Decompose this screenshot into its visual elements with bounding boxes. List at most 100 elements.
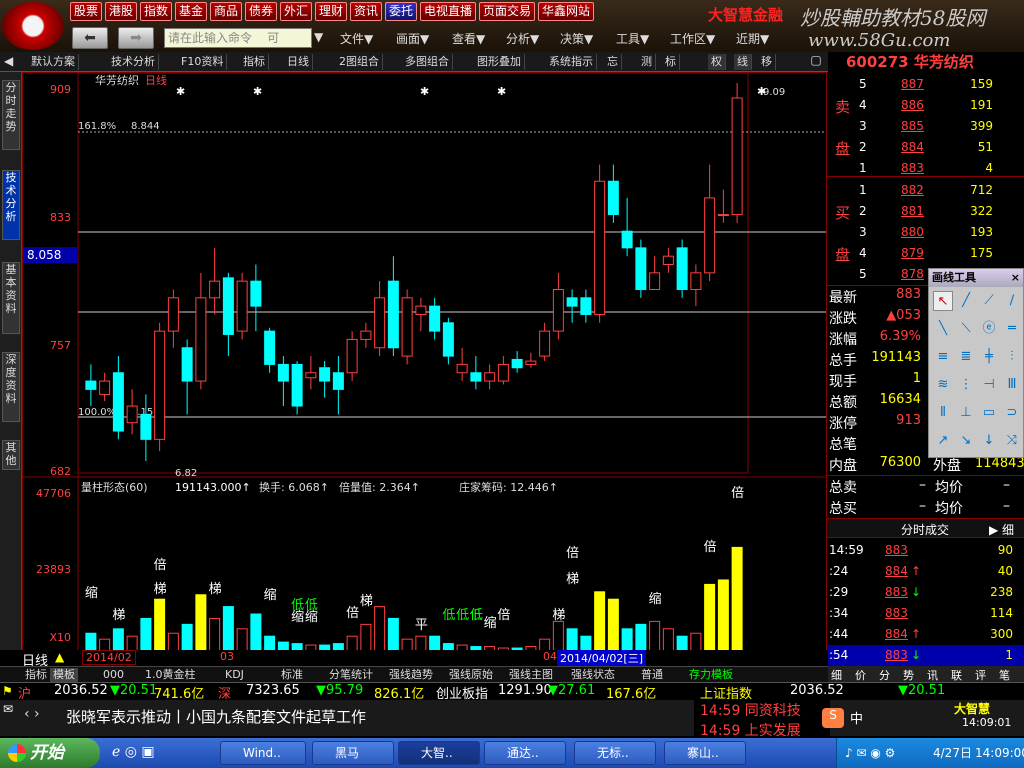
toolbar-item[interactable]: 系统指示 xyxy=(546,54,597,70)
menu-item[interactable]: 决策▼ xyxy=(560,30,593,47)
trades-detail-button[interactable]: ▶ 细 xyxy=(989,521,1014,538)
tray-icons[interactable]: ♪ ✉ ◉ ⚙ xyxy=(845,746,895,760)
toolbar-item[interactable]: 标 xyxy=(662,54,680,70)
left-nav-tab[interactable]: 其他 xyxy=(2,440,20,470)
indicator-tab[interactable]: 强线趋势 xyxy=(386,668,436,682)
period-up-icon[interactable]: ▲ xyxy=(55,650,64,664)
draw-tool-icon[interactable]: ≡ xyxy=(933,347,953,367)
toolbar-scroll-icon[interactable]: ▢ xyxy=(806,53,826,71)
indicator-tab[interactable]: 模板 xyxy=(50,668,78,682)
trade-row[interactable]: :34 883 114 xyxy=(827,603,1024,624)
taskbar-task[interactable]: 黑马 xyxy=(312,741,394,765)
draw-tool-icon[interactable]: ⟋ xyxy=(979,291,999,311)
toolbar-left-arrow-icon[interactable]: ◀ xyxy=(4,54,13,68)
left-nav-tab[interactable]: 分时走势 xyxy=(2,80,20,150)
indicator-tab[interactable]: 强线主图 xyxy=(506,668,556,682)
trades-tab[interactable]: 价 xyxy=(855,667,866,683)
taskbar-task[interactable]: 通达.. xyxy=(484,741,566,765)
draw-tool-icon[interactable]: ╱ xyxy=(956,291,976,311)
indicator-tab[interactable]: 普通 xyxy=(638,668,666,682)
taskbar-task[interactable]: 无标.. xyxy=(574,741,656,765)
trade-row[interactable]: 14:59 883 90 xyxy=(827,540,1024,561)
indicator-tab[interactable]: 存力模板 xyxy=(686,668,736,682)
top-button[interactable]: 债券 xyxy=(245,2,277,21)
sell-row[interactable]: 5 887 159 xyxy=(827,74,1024,95)
trade-row[interactable]: :24 884 ↑ 40 xyxy=(827,561,1024,582)
taskbar-task[interactable]: 大智.. xyxy=(398,741,480,765)
top-button[interactable]: 港股 xyxy=(105,2,137,21)
top-button[interactable]: 华鑫网站 xyxy=(538,2,594,21)
menu-item[interactable]: 查看▼ xyxy=(452,30,485,47)
toolbar-item[interactable]: 指标 xyxy=(240,54,269,70)
trades-tab[interactable]: 联 xyxy=(951,667,962,683)
draw-tool-icon[interactable]: ⊃ xyxy=(1002,403,1022,423)
draw-tool-icon[interactable]: ⤨ xyxy=(1002,431,1022,451)
draw-tool-icon[interactable]: ↖ xyxy=(933,291,953,311)
toolbar-item[interactable]: 测 xyxy=(638,54,656,70)
indicator-tab[interactable]: 强线状态 xyxy=(568,668,618,682)
draw-tool-icon[interactable]: ⫶ xyxy=(1002,347,1022,367)
top-button[interactable]: 基金 xyxy=(175,2,207,21)
draw-tool-icon[interactable]: ╪ xyxy=(979,347,999,367)
left-nav-tab[interactable]: 基本资料 xyxy=(2,262,20,334)
ime-label[interactable]: 中 xyxy=(850,708,863,727)
trade-row[interactable]: :54 883 ↓ 1 xyxy=(827,645,1024,666)
trades-tab[interactable]: 分 xyxy=(879,667,890,683)
chart-area[interactable]: 909 833 757 682 8.058 华芳纺织 日线 161.8% 8.844 100.0%… xyxy=(22,72,829,653)
draw-tool-icon[interactable]: ∕ xyxy=(1002,291,1022,311)
menu-item[interactable]: 近期▼ xyxy=(736,30,769,47)
top-button[interactable]: 电视直播 xyxy=(420,2,476,21)
indicator-tab[interactable]: 分笔统计 xyxy=(326,668,376,682)
news-headline[interactable]: 张晓军表示推动丨小国九条配套文件起草工作 xyxy=(66,706,366,727)
trades-tab[interactable]: 讯 xyxy=(927,667,938,683)
indicator-tab[interactable]: 指标 xyxy=(22,668,50,682)
draw-tool-icon[interactable]: ≣ xyxy=(956,347,976,367)
trades-tab[interactable]: 势 xyxy=(903,667,914,683)
candlestick-chart[interactable]: 909 833 757 682 8.058 华芳纺织 日线 161.8% 8.844 100.0%… xyxy=(23,72,829,653)
news-item-2[interactable]: 14:59 上实发展 xyxy=(700,720,830,740)
top-button[interactable]: 委托 xyxy=(385,2,417,21)
draw-tool-icon[interactable]: ▭ xyxy=(979,403,999,423)
sell-row[interactable]: 2 884 51 xyxy=(827,137,1024,158)
toolbar-item[interactable]: 多图组合 xyxy=(402,54,453,70)
draw-tool-icon[interactable]: Ⅲ xyxy=(1002,375,1022,395)
indicator-tab[interactable]: 强线原始 xyxy=(446,668,496,682)
back-button[interactable]: ⬅ xyxy=(72,27,108,49)
forward-button[interactable]: ➡ xyxy=(118,27,154,49)
trade-row[interactable]: :29 883 ↓ 238 xyxy=(827,582,1024,603)
menu-item[interactable]: 分析▼ xyxy=(506,30,539,47)
app-logo[interactable] xyxy=(2,2,64,50)
draw-tool-icon[interactable]: ↗ xyxy=(933,431,953,451)
taskbar-task[interactable]: 寨山.. xyxy=(664,741,746,765)
top-button[interactable]: 股票 xyxy=(70,2,102,21)
buy-row[interactable]: 4 879 175 xyxy=(827,243,1024,264)
news-item-1[interactable]: 14:59 同资科技 xyxy=(700,700,830,720)
draw-tool-icon[interactable]: ↓ xyxy=(979,431,999,451)
sell-row[interactable]: 1 883 4 xyxy=(827,158,1024,179)
top-button[interactable]: 指数 xyxy=(140,2,172,21)
left-nav-tab[interactable]: 技术分析 xyxy=(2,170,20,240)
indicator-tab[interactable]: 000 xyxy=(100,668,127,682)
trades-tab[interactable]: 评 xyxy=(975,667,986,683)
draw-tool-close-icon[interactable]: × xyxy=(1011,269,1020,287)
menu-item[interactable]: 画面▼ xyxy=(396,30,429,47)
indicator-tab[interactable]: 1.0黄金柱 xyxy=(142,668,199,682)
toolbar-item[interactable]: 日线 xyxy=(284,54,313,70)
top-button[interactable]: 页面交易 xyxy=(479,2,535,21)
toolbar-item[interactable]: 默认方案 xyxy=(28,54,79,70)
menu-item[interactable]: 文件▼ xyxy=(340,30,373,47)
input-method-icon[interactable]: S xyxy=(822,708,844,728)
draw-tool-icon[interactable]: ≋ xyxy=(933,375,953,395)
draw-tool-icon[interactable]: ═ xyxy=(1002,319,1022,339)
sell-row[interactable]: 3 885 399 xyxy=(827,116,1024,137)
draw-tool-icon[interactable]: ╲ xyxy=(933,319,953,339)
top-button[interactable]: 资讯 xyxy=(350,2,382,21)
toolbar-item[interactable]: 2图组合 xyxy=(336,54,383,70)
toolbar-item[interactable]: 技术分析 xyxy=(108,54,159,70)
menu-item[interactable]: 工作区▼ xyxy=(670,30,715,47)
draw-tool-icon[interactable]: ⊥ xyxy=(956,403,976,423)
buy-row[interactable]: 2 881 322 xyxy=(827,201,1024,222)
draw-tool-icon[interactable]: ⫴ xyxy=(933,403,953,423)
draw-tool-icon[interactable]: ⟍ xyxy=(956,319,976,339)
left-nav-tab[interactable]: 深度资料 xyxy=(2,352,20,422)
